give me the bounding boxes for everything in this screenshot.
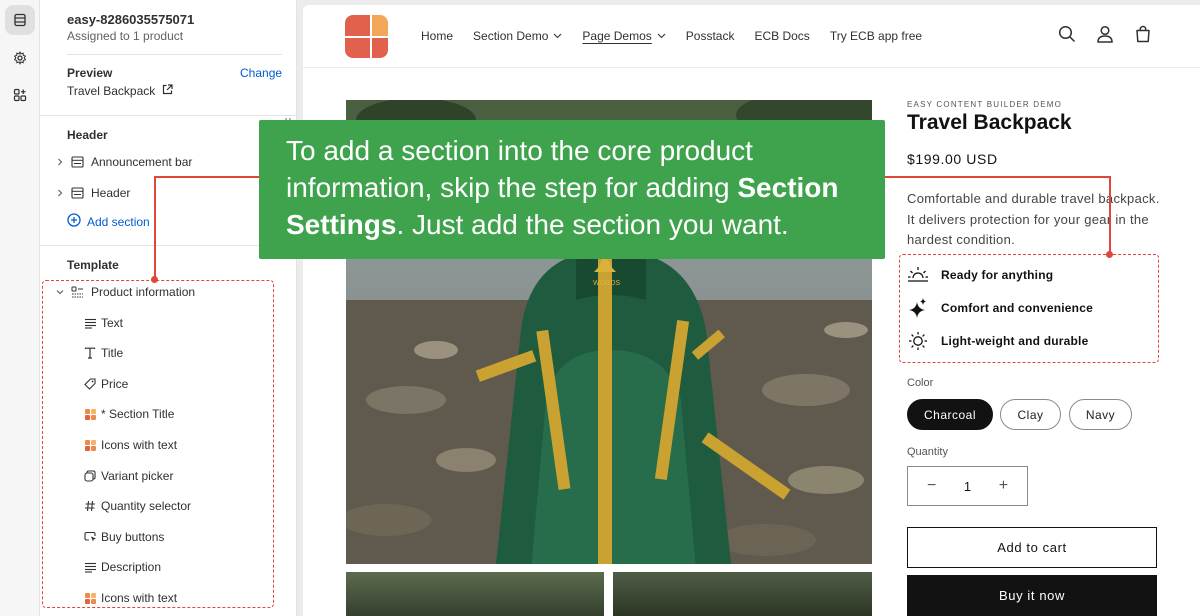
add-section-label: Add section bbox=[87, 214, 150, 229]
nav-label: Page Demos bbox=[582, 29, 652, 43]
plus-circle-icon bbox=[67, 213, 81, 230]
quantity-label: Quantity bbox=[907, 446, 948, 458]
nav-label: ECB Docs bbox=[754, 29, 810, 43]
add-section-button[interactable]: Add section bbox=[67, 213, 150, 230]
cart-icon[interactable] bbox=[1134, 25, 1152, 48]
annotation-dot bbox=[1106, 251, 1113, 258]
quantity-value[interactable]: 1 bbox=[964, 479, 971, 494]
editor-rail bbox=[0, 0, 40, 616]
divider bbox=[40, 115, 296, 116]
color-option-charcoal[interactable]: Charcoal bbox=[907, 399, 993, 430]
nav-label: Posstack bbox=[685, 29, 735, 43]
color-option-clay[interactable]: Clay bbox=[1000, 399, 1061, 430]
divider bbox=[40, 245, 296, 246]
annotation-box-right bbox=[899, 254, 1159, 363]
account-icon[interactable] bbox=[1096, 25, 1114, 48]
product-title: Travel Backpack bbox=[907, 111, 1072, 134]
divider bbox=[67, 54, 282, 55]
section-layout-icon bbox=[67, 156, 87, 168]
header-divider bbox=[303, 67, 1200, 68]
preview-label: Preview bbox=[67, 66, 113, 80]
buy-it-now-button[interactable]: Buy it now bbox=[907, 575, 1157, 616]
nav-label: Home bbox=[421, 29, 454, 43]
template-assignment: Assigned to 1 product bbox=[67, 29, 184, 43]
quantity-increase-button[interactable]: + bbox=[988, 477, 1018, 495]
preview-product-name: Travel Backpack bbox=[67, 84, 156, 98]
quantity-stepper: − 1 + bbox=[907, 466, 1028, 506]
preview-product: Travel Backpack bbox=[67, 84, 173, 98]
color-option-navy[interactable]: Navy bbox=[1069, 399, 1132, 430]
product-price: $199.00 USD bbox=[907, 151, 998, 167]
store-logo[interactable] bbox=[345, 15, 388, 58]
section-layout-icon bbox=[67, 187, 87, 199]
color-label: Color bbox=[907, 377, 934, 389]
annotation-connector bbox=[1109, 176, 1111, 254]
nav-section-demo[interactable]: Section Demo bbox=[473, 29, 562, 43]
nav-ecb-docs[interactable]: ECB Docs bbox=[754, 29, 809, 43]
chevron-right-icon[interactable] bbox=[53, 189, 67, 197]
change-preview-link[interactable]: Change bbox=[240, 66, 282, 80]
backpack-brand-text: WOODS bbox=[593, 280, 621, 287]
product-thumbnail[interactable] bbox=[613, 572, 872, 616]
annotation-connector bbox=[154, 176, 260, 178]
product-description: Comfortable and durable travel backpack.… bbox=[907, 191, 1160, 247]
quantity-decrease-button[interactable]: − bbox=[917, 477, 947, 495]
section-label: Announcement bar bbox=[91, 155, 193, 169]
annotation-box-left bbox=[42, 280, 274, 608]
sections-icon[interactable] bbox=[5, 5, 35, 35]
callout-text: To add a section into the core product i… bbox=[286, 135, 753, 203]
template-group-label: Template bbox=[67, 258, 119, 272]
section-header[interactable]: Header bbox=[53, 182, 130, 204]
template-name: easy-8286035575071 bbox=[67, 12, 195, 27]
header-group-label: Header bbox=[67, 128, 108, 142]
add-to-cart-button[interactable]: Add to cart bbox=[907, 527, 1157, 568]
nav-label: Try ECB app free bbox=[829, 29, 923, 43]
external-link-icon[interactable] bbox=[162, 84, 173, 98]
nav-try-ecb[interactable]: Try ECB app free bbox=[830, 29, 922, 43]
header-actions bbox=[1058, 25, 1152, 48]
chevron-right-icon[interactable] bbox=[53, 158, 67, 166]
apps-icon[interactable] bbox=[5, 80, 35, 110]
instruction-callout: To add a section into the core product i… bbox=[259, 120, 885, 259]
section-announcement-bar[interactable]: Announcement bar bbox=[53, 151, 192, 173]
search-icon[interactable] bbox=[1058, 25, 1076, 48]
nav-label: Section Demo bbox=[473, 29, 549, 43]
annotation-connector bbox=[154, 176, 156, 279]
annotation-dot bbox=[151, 276, 158, 283]
chevron-down-icon bbox=[657, 33, 666, 39]
settings-gear-icon[interactable] bbox=[5, 43, 35, 73]
chevron-down-icon bbox=[554, 33, 562, 39]
nav-posstack[interactable]: Posstack bbox=[686, 29, 735, 43]
annotation-connector bbox=[885, 176, 1110, 178]
callout-text: . Just add the section you want. bbox=[396, 209, 789, 240]
section-label: Header bbox=[91, 186, 131, 200]
nav-home[interactable]: Home bbox=[421, 29, 453, 43]
main-nav: Home Section Demo Page Demos Posstack EC… bbox=[421, 29, 922, 43]
nav-page-demos[interactable]: Page Demos bbox=[582, 29, 666, 43]
product-thumbnail[interactable] bbox=[346, 572, 604, 616]
product-vendor: EASY CONTENT BUILDER DEMO bbox=[907, 100, 1063, 109]
